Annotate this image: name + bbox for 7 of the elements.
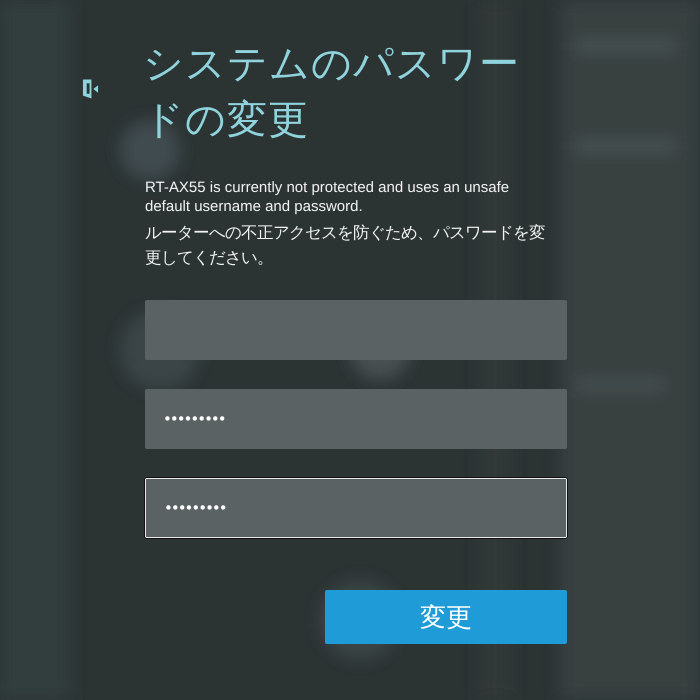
instruction-text: ルーターへの不正アクセスを防ぐため、パスワードを変更してください。: [145, 222, 546, 269]
warning-message: RT-AX55 is currently not protected and uses an unsafe default username and password.: [145, 178, 510, 216]
door-icon[interactable]: [82, 78, 99, 100]
dialog-title: システムのパスワードの変更: [143, 40, 521, 145]
input-field[interactable]: •••••••••: [145, 389, 567, 449]
input-field[interactable]: •••••••••: [145, 478, 567, 538]
input-field[interactable]: [145, 300, 567, 360]
